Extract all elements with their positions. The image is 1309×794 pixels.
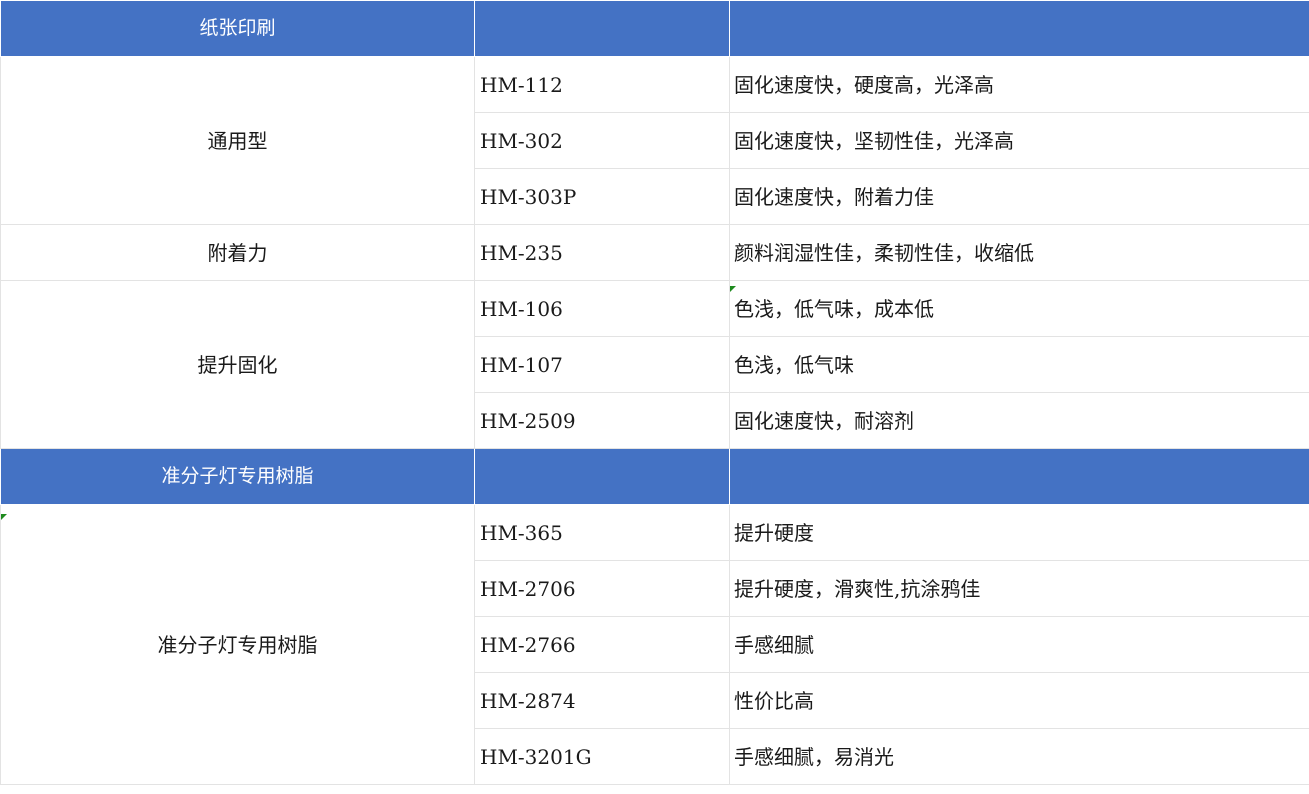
product-desc-cell[interactable]: 性价比高	[729, 672, 1309, 729]
product-desc-cell[interactable]: 提升硬度，滑爽性,抗涂鸦佳	[729, 560, 1309, 617]
product-code-cell[interactable]: HM-302	[474, 112, 730, 169]
product-desc-cell[interactable]: 色浅，低气味	[729, 336, 1309, 393]
product-desc-cell[interactable]: 固化速度快，耐溶剂	[729, 392, 1309, 449]
product-desc-cell[interactable]: 手感细腻	[729, 616, 1309, 673]
category-cell[interactable]: 准分子灯专用树脂	[0, 504, 475, 785]
category-cell[interactable]: 附着力	[0, 224, 475, 281]
comment-marker-icon[interactable]	[1, 514, 7, 520]
table-row: 准分子灯专用树脂 HM-365 提升硬度	[0, 504, 1309, 785]
product-desc-cell[interactable]: 手感细腻，易消光	[729, 728, 1309, 785]
product-table: 纸张印刷 通用型 HM-112 固化速度快，硬度高，光泽高 HM-302 固化速…	[0, 0, 1309, 785]
product-desc-cell[interactable]: 固化速度快，硬度高，光泽高	[729, 56, 1309, 113]
section-title-cell[interactable]: 纸张印刷	[0, 0, 475, 57]
section-header-row: 准分子灯专用树脂	[0, 448, 1309, 505]
product-desc-cell[interactable]: 颜料润湿性佳，柔韧性佳，收缩低	[729, 224, 1309, 281]
product-desc-cell[interactable]: 色浅，低气味，成本低	[729, 280, 1309, 337]
product-code-cell[interactable]: HM-112	[474, 56, 730, 113]
header-empty-cell[interactable]	[729, 0, 1309, 57]
header-empty-cell[interactable]	[474, 0, 730, 57]
header-empty-cell[interactable]	[474, 448, 730, 505]
table-row: 附着力 HM-235 颜料润湿性佳，柔韧性佳，收缩低	[0, 224, 1309, 281]
header-empty-cell[interactable]	[729, 448, 1309, 505]
product-code-cell[interactable]: HM-2766	[474, 616, 730, 673]
product-code-cell[interactable]: HM-235	[474, 224, 730, 281]
section-title-cell[interactable]: 准分子灯专用树脂	[0, 448, 475, 505]
table-row: 提升固化 HM-106 色浅，低气味，成本低	[0, 280, 1309, 449]
product-code-cell[interactable]: HM-3201G	[474, 728, 730, 785]
product-code-cell[interactable]: HM-106	[474, 280, 730, 337]
product-code-cell[interactable]: HM-303P	[474, 168, 730, 225]
product-code-cell[interactable]: HM-2706	[474, 560, 730, 617]
category-cell[interactable]: 提升固化	[0, 280, 475, 449]
product-desc-cell[interactable]: 固化速度快，附着力佳	[729, 168, 1309, 225]
product-desc-cell[interactable]: 固化速度快，坚韧性佳，光泽高	[729, 112, 1309, 169]
comment-marker-icon[interactable]	[730, 286, 736, 292]
product-code-cell[interactable]: HM-2874	[474, 672, 730, 729]
product-code-cell[interactable]: HM-2509	[474, 392, 730, 449]
category-cell[interactable]: 通用型	[0, 56, 475, 225]
product-desc-cell[interactable]: 提升硬度	[729, 504, 1309, 561]
section-header-row: 纸张印刷	[0, 0, 1309, 57]
product-code-cell[interactable]: HM-107	[474, 336, 730, 393]
spreadsheet: 纸张印刷 通用型 HM-112 固化速度快，硬度高，光泽高 HM-302 固化速…	[0, 0, 1309, 794]
product-code-cell[interactable]: HM-365	[474, 504, 730, 561]
table-row: 通用型 HM-112 固化速度快，硬度高，光泽高	[0, 56, 1309, 225]
